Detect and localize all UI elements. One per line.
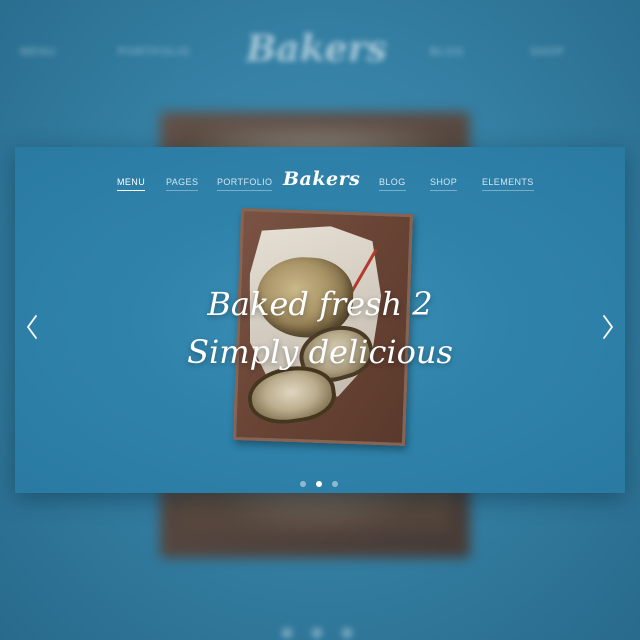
slide-pagination (300, 481, 342, 489)
chevron-left-icon (27, 315, 37, 339)
slide-headline: Baked fresh 2 Simply delicious (15, 280, 625, 376)
nav-item-portfolio[interactable]: PORTFOLIO (217, 177, 273, 191)
prev-slide-button[interactable] (24, 313, 40, 341)
headline-line-2: Simply delicious (187, 333, 453, 371)
main-nav: MENU PAGES PORTFOLIO Bakers BLOG SHOP EL… (15, 168, 625, 199)
headline-line-1: Baked fresh 2 (207, 285, 433, 323)
background-dots (282, 628, 362, 640)
pagination-dot-3[interactable] (332, 481, 338, 487)
background-nav-menu: MENU (20, 46, 57, 58)
nav-item-pages[interactable]: PAGES (166, 177, 199, 191)
next-slide-button[interactable] (600, 313, 616, 341)
background-nav-shop: SHOP (530, 46, 566, 58)
pagination-dot-1[interactable] (300, 481, 306, 487)
hero-slider: MENU PAGES PORTFOLIO Bakers BLOG SHOP EL… (15, 147, 625, 493)
nav-item-menu[interactable]: MENU (117, 177, 146, 191)
pagination-dot-2[interactable] (316, 481, 322, 487)
nav-item-elements[interactable]: ELEMENTS (482, 177, 534, 191)
nav-item-blog[interactable]: BLOG (379, 177, 406, 191)
background-nav-portfolio: PORTFOLIO (118, 46, 191, 58)
chevron-right-icon (603, 315, 613, 339)
nav-item-shop[interactable]: SHOP (430, 177, 458, 191)
background-nav-blog: BLOG (430, 46, 465, 58)
background-logo: Bakers (246, 28, 387, 70)
site-logo[interactable]: Bakers (283, 168, 360, 190)
